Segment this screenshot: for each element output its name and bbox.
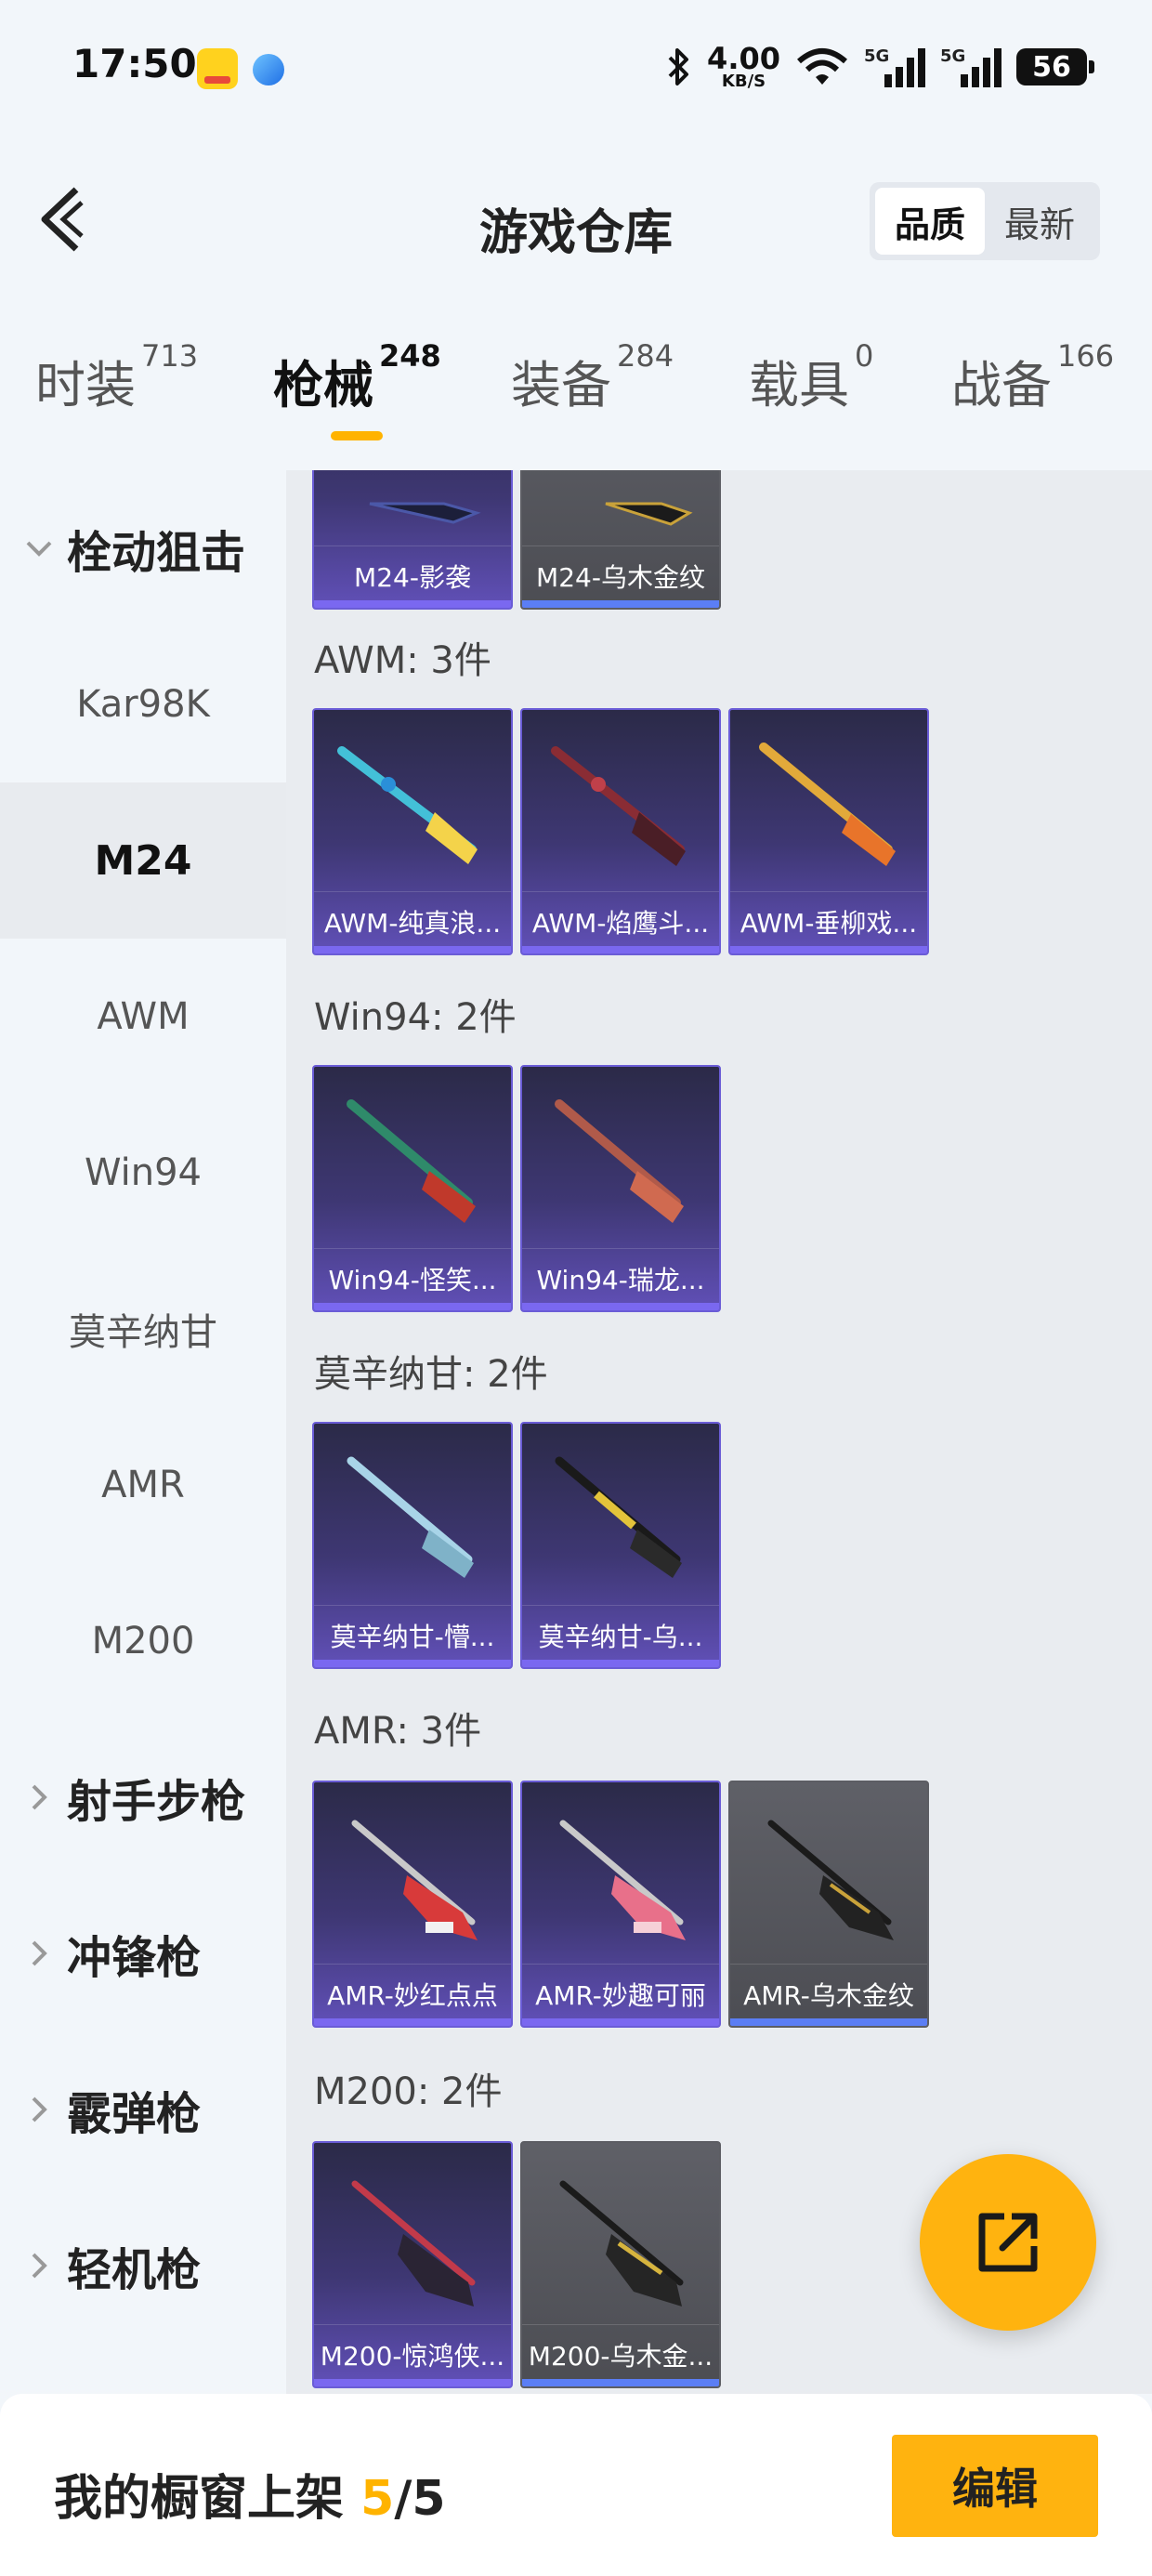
bluetooth-icon — [668, 48, 689, 85]
status-time: 17:50 — [72, 41, 197, 86]
item-card[interactable]: M24-乌木金纹 — [520, 470, 721, 610]
wifi-icon — [797, 48, 847, 85]
network-speed: 4.00 KB/S — [707, 41, 780, 91]
rifle-icon — [551, 746, 686, 866]
edit-button[interactable]: 编辑 — [892, 2435, 1098, 2537]
signal-icon-2: 5G — [940, 46, 1001, 87]
sidebar-category-smg[interactable]: 冲锋枪 — [0, 1875, 286, 2031]
group-title-win94: Win94: 2件 — [314, 996, 517, 1039]
item-card[interactable]: Win94-怪笑... — [312, 1065, 513, 1312]
battery-icon: 56 — [1016, 48, 1094, 85]
tab-equipment[interactable]: 装备 284 — [511, 338, 674, 417]
sidebar-item-mosin[interactable]: 莫辛纳甘 — [0, 1251, 286, 1407]
rifle-icon — [369, 502, 481, 524]
showcase-count: 我的橱窗上架 5/5 — [54, 2471, 446, 2527]
sort-by-newest[interactable]: 最新 — [985, 188, 1094, 255]
item-card[interactable]: AMR-妙趣可丽 — [520, 1781, 721, 2028]
rifle-icon — [351, 2180, 476, 2307]
status-bar: 17:50 4.00 KB/S 5G 5G 56 — [0, 0, 1152, 139]
sidebar-category-shotgun[interactable]: 霰弹枪 — [0, 2031, 286, 2188]
share-icon — [978, 2213, 1038, 2272]
rifle-icon — [555, 1456, 682, 1578]
tab-guns[interactable]: 枪械 248 — [273, 338, 441, 417]
category-tabs: 时装 713 枪械 248 装备 284 载具 0 战备 166 — [0, 338, 1152, 446]
weapon-sidebar: 栓动狙击 Kar98K M24 AWM Win94 莫辛纳甘 AMR M200 … — [0, 470, 286, 2394]
rifle-icon — [559, 1820, 686, 1940]
chevron-right-icon — [32, 1784, 47, 1810]
sidebar-item-m24[interactable]: M24 — [0, 782, 286, 939]
tab-supplies[interactable]: 战备 166 — [951, 338, 1114, 417]
item-card[interactable]: Win94-瑞龙... — [520, 1065, 721, 1312]
active-tab-indicator — [331, 431, 383, 440]
group-title-m200: M200: 2件 — [314, 2070, 503, 2113]
item-card[interactable]: M24-影袭 — [312, 470, 513, 610]
sidebar-category-lmg[interactable]: 轻机枪 — [0, 2188, 286, 2344]
bottom-bar: 我的橱窗上架 5/5 编辑 — [0, 2394, 1152, 2576]
item-card[interactable]: M200-惊鸿侠... — [312, 2141, 513, 2388]
rifle-icon — [759, 743, 896, 866]
sidebar-category-bolt-sniper[interactable]: 栓动狙击 — [0, 470, 286, 626]
chevron-right-icon — [32, 2253, 47, 2279]
group-title-mosin: 莫辛纳甘: 2件 — [314, 1353, 548, 1396]
sort-by-quality[interactable]: 品质 — [875, 188, 985, 255]
sidebar-item-amr[interactable]: AMR — [0, 1407, 286, 1563]
item-card[interactable]: AWM-纯真浪... — [312, 708, 513, 955]
sidebar-item-m200[interactable]: M200 — [0, 1563, 286, 1719]
tab-vehicles[interactable]: 载具 0 — [749, 338, 873, 417]
item-card[interactable]: AWM-焰鹰斗... — [520, 708, 721, 955]
sidebar-item-win94[interactable]: Win94 — [0, 1095, 286, 1251]
item-card[interactable]: AMR-妙红点点 — [312, 1781, 513, 2028]
rifle-icon — [767, 1820, 894, 1940]
item-card[interactable]: M200-乌木金... — [520, 2141, 721, 2388]
group-title-amr: AMR: 3件 — [314, 1710, 482, 1753]
rifle-icon — [347, 1099, 476, 1223]
share-button[interactable] — [920, 2154, 1096, 2331]
chevron-right-icon — [32, 2096, 47, 2123]
item-card[interactable]: 莫辛纳甘-乌... — [520, 1422, 721, 1669]
sidebar-item-kar98k[interactable]: Kar98K — [0, 626, 286, 782]
app-notification-icon-2 — [253, 54, 284, 85]
item-grid: M24-影袭 M24-乌木金纹 AWM: 3件 AWM-纯真浪... AWM-焰… — [286, 470, 1152, 2394]
item-card[interactable]: 莫辛纳甘-懵... — [312, 1422, 513, 1669]
tab-costume[interactable]: 时装 713 — [35, 338, 198, 417]
item-card[interactable]: AMR-乌木金纹 — [728, 1781, 929, 2028]
rifle-icon — [555, 1099, 684, 1223]
sidebar-item-awm[interactable]: AWM — [0, 939, 286, 1095]
rifle-icon — [559, 2180, 684, 2307]
app-notification-icon — [197, 48, 238, 89]
chevron-right-icon — [32, 1940, 47, 1966]
rifle-icon — [347, 1456, 474, 1578]
rifle-icon — [337, 746, 478, 864]
chevron-down-icon — [26, 541, 52, 557]
rifle-icon — [605, 502, 693, 526]
sidebar-category-dmr[interactable]: 射手步枪 — [0, 1719, 286, 1875]
rifle-icon — [351, 1820, 478, 1940]
group-title-awm: AWM: 3件 — [314, 639, 491, 682]
sort-toggle: 品质 最新 — [870, 182, 1100, 260]
item-card[interactable]: AWM-垂柳戏... — [728, 708, 929, 955]
signal-icon: 5G — [864, 46, 925, 87]
